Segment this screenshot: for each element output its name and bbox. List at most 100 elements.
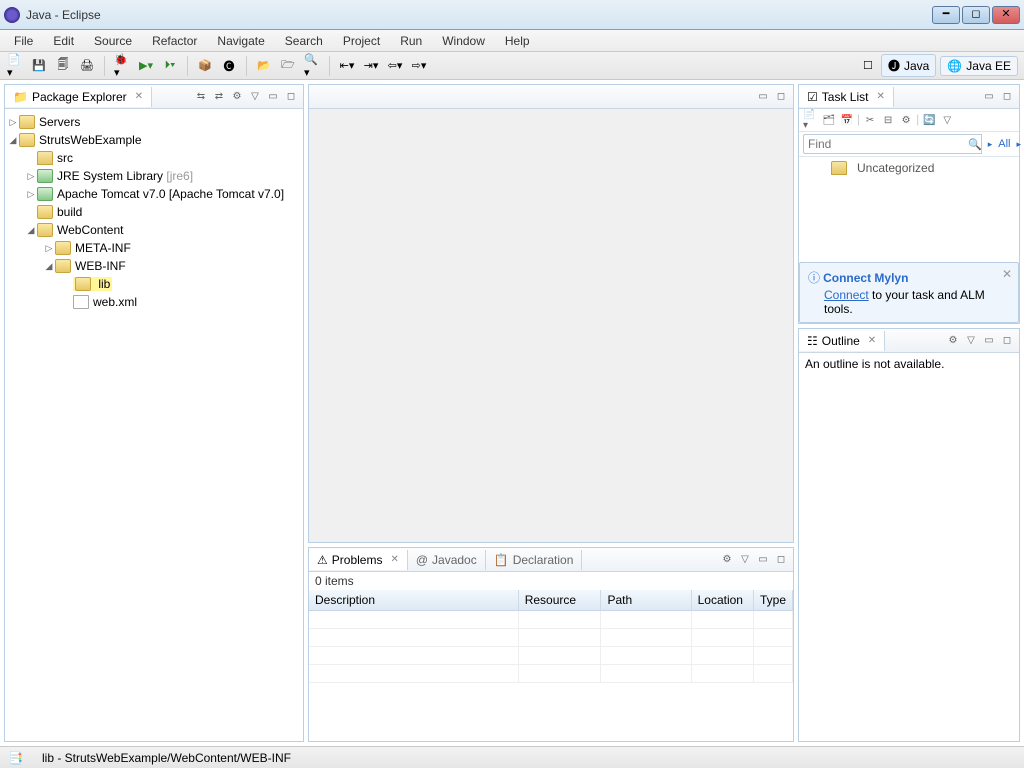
nav-prev-button[interactable]: ⇤▾ xyxy=(338,57,356,75)
declaration-tab[interactable]: 📋Declaration xyxy=(486,550,583,570)
search-button[interactable]: 🔍▾ xyxy=(303,57,321,75)
sync-button[interactable]: 🔄 xyxy=(921,112,937,128)
task-maximize-button[interactable]: ◻ xyxy=(999,89,1015,105)
outline-focus-button[interactable]: ⚙ xyxy=(945,333,961,349)
save-button[interactable]: 💾 xyxy=(30,57,48,75)
outline-minimize-button[interactable]: ▭ xyxy=(981,333,997,349)
outline-tab[interactable]: ☷Outline✕ xyxy=(799,331,885,351)
collapse-button[interactable]: ⊟ xyxy=(880,112,896,128)
menu-file[interactable]: File xyxy=(6,32,41,50)
categorize-button[interactable]: 🗂 xyxy=(821,112,837,128)
table-row[interactable] xyxy=(309,665,793,683)
run-button[interactable]: ▶▾ xyxy=(137,57,155,75)
new-task-button[interactable]: 📄▾ xyxy=(803,112,819,128)
outline-menu-button[interactable]: ▽ xyxy=(963,333,979,349)
problems-tab[interactable]: ⚠Problems✕ xyxy=(309,550,408,570)
perspective-java[interactable]: 🅙 Java xyxy=(881,54,936,77)
save-all-button[interactable]: 🗐 xyxy=(54,57,72,75)
view-menu-button[interactable]: ▽ xyxy=(247,89,263,105)
tree-webcontent[interactable]: ◢WebContent xyxy=(7,221,301,239)
back-button[interactable]: ⇦▾ xyxy=(386,57,404,75)
close-icon[interactable]: ✕ xyxy=(876,91,884,102)
collapse-all-button[interactable]: ⇆ xyxy=(193,89,209,105)
tree-uncategorized[interactable]: Uncategorized xyxy=(807,161,1011,175)
task-list-tab[interactable]: ☑Task List✕ xyxy=(799,87,894,107)
new-package-button[interactable]: 📦 xyxy=(196,57,214,75)
problems-table[interactable]: Description Resource Path Location Type xyxy=(309,590,793,683)
mylyn-close-icon[interactable]: ✕ xyxy=(1002,267,1012,281)
status-icon[interactable]: 📑 xyxy=(8,751,22,765)
print-button[interactable]: 🖨 xyxy=(78,57,96,75)
editor-minimize-button[interactable]: ▭ xyxy=(755,89,771,105)
package-explorer-title: Package Explorer xyxy=(32,90,127,104)
window-close-button[interactable]: ✕ xyxy=(992,6,1020,24)
link-editor-button[interactable]: ⇄ xyxy=(211,89,227,105)
tree-tomcat[interactable]: ▷Apache Tomcat v7.0 [Apache Tomcat v7.0] xyxy=(7,185,301,203)
close-icon[interactable]: ✕ xyxy=(868,335,876,346)
menu-search[interactable]: Search xyxy=(277,32,331,50)
status-path: lib - StrutsWebExample/WebContent/WEB-IN… xyxy=(42,751,291,765)
close-icon[interactable]: ✕ xyxy=(135,91,143,102)
tree-build[interactable]: build xyxy=(7,203,301,221)
forward-button[interactable]: ⇨▾ xyxy=(410,57,428,75)
mylyn-connect-link[interactable]: Connect xyxy=(824,288,869,302)
menu-source[interactable]: Source xyxy=(86,32,140,50)
menu-run[interactable]: Run xyxy=(392,32,430,50)
minimize-view-button[interactable]: ▭ xyxy=(265,89,281,105)
tree-lib[interactable]: lib xyxy=(7,275,301,293)
debug-button[interactable]: 🐞▾ xyxy=(113,57,131,75)
tree-webxml[interactable]: web.xml xyxy=(7,293,301,311)
problems-minimize-button[interactable]: ▭ xyxy=(755,552,771,568)
focus-task-button[interactable]: ⚙ xyxy=(229,89,245,105)
outline-maximize-button[interactable]: ◻ xyxy=(999,333,1015,349)
open-type-button[interactable]: 📂 xyxy=(255,57,273,75)
window-maximize-button[interactable]: ◻ xyxy=(962,6,990,24)
menu-project[interactable]: Project xyxy=(335,32,388,50)
tree-webinf[interactable]: ◢WEB-INF xyxy=(7,257,301,275)
new-button[interactable]: 📄▾ xyxy=(6,57,24,75)
problems-menu-button[interactable]: ▽ xyxy=(737,552,753,568)
perspective-javaee[interactable]: 🌐 Java EE xyxy=(940,56,1018,76)
tree-project[interactable]: ◢StrutsWebExample xyxy=(7,131,301,149)
table-row[interactable] xyxy=(309,611,793,629)
task-menu-button[interactable]: ▽ xyxy=(939,112,955,128)
package-explorer-tab[interactable]: 📁 Package Explorer ✕ xyxy=(5,87,152,107)
col-description[interactable]: Description xyxy=(309,590,518,611)
schedule-button[interactable]: 📅 xyxy=(839,112,855,128)
javadoc-tab[interactable]: @Javadoc xyxy=(408,550,486,570)
run-last-button[interactable]: ⏵▾ xyxy=(161,57,179,75)
tree-metainf[interactable]: ▷META-INF xyxy=(7,239,301,257)
tree-src[interactable]: src xyxy=(7,149,301,167)
task-find-input[interactable] xyxy=(803,134,982,154)
open-task-button[interactable]: 🗁 xyxy=(279,57,297,75)
task-minimize-button[interactable]: ▭ xyxy=(981,89,997,105)
nav-next-button[interactable]: ⇥▾ xyxy=(362,57,380,75)
open-perspective-button[interactable]: ☐ xyxy=(859,57,877,75)
tree-servers[interactable]: ▷Servers xyxy=(7,113,301,131)
col-location[interactable]: Location xyxy=(691,590,753,611)
new-class-button[interactable]: 🅒 xyxy=(220,57,238,75)
menu-navigate[interactable]: Navigate xyxy=(209,32,272,50)
problems-focus-button[interactable]: ⚙ xyxy=(719,552,735,568)
menu-refactor[interactable]: Refactor xyxy=(144,32,205,50)
editor-maximize-button[interactable]: ◻ xyxy=(773,89,789,105)
col-path[interactable]: Path xyxy=(601,590,691,611)
menu-window[interactable]: Window xyxy=(434,32,493,50)
maximize-view-button[interactable]: ◻ xyxy=(283,89,299,105)
table-row[interactable] xyxy=(309,647,793,665)
tree-jre[interactable]: ▷JRE System Library [jre6] xyxy=(7,167,301,185)
window-minimize-button[interactable]: ━ xyxy=(932,6,960,24)
task-all-link[interactable]: All xyxy=(998,138,1010,150)
problems-maximize-button[interactable]: ◻ xyxy=(773,552,789,568)
table-row[interactable] xyxy=(309,629,793,647)
task-list-body[interactable]: Uncategorized xyxy=(799,157,1019,262)
col-type[interactable]: Type xyxy=(753,590,792,611)
col-resource[interactable]: Resource xyxy=(518,590,601,611)
cut-task-button[interactable]: ✂ xyxy=(862,112,878,128)
menu-edit[interactable]: Edit xyxy=(45,32,82,50)
menu-help[interactable]: Help xyxy=(497,32,538,50)
search-icon[interactable]: 🔍 xyxy=(968,138,982,151)
focus-button[interactable]: ⚙ xyxy=(898,112,914,128)
project-tree[interactable]: ▷Servers ◢StrutsWebExample src ▷JRE Syst… xyxy=(5,109,303,741)
close-icon[interactable]: ✕ xyxy=(390,554,398,565)
